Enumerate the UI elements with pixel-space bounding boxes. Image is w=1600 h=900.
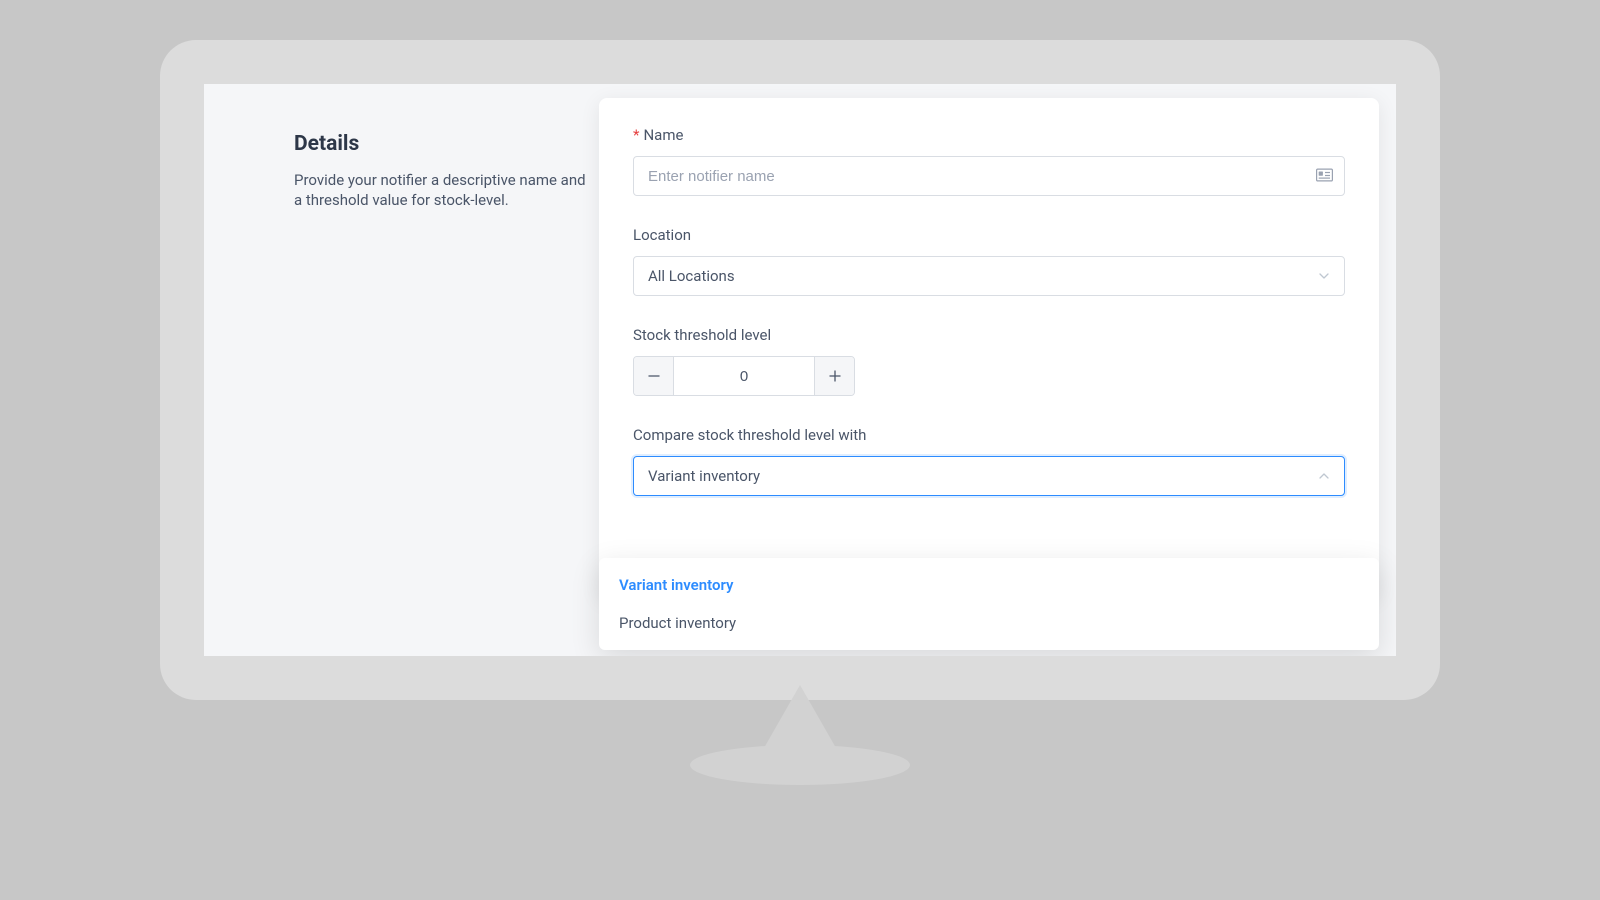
compare-option-product-inventory[interactable]: Product inventory xyxy=(599,604,1379,642)
section-title: Details xyxy=(294,132,594,156)
chevron-down-icon xyxy=(1318,270,1330,282)
threshold-field-group: Stock threshold level xyxy=(633,326,1345,396)
compare-field-group: Compare stock threshold level with Varia… xyxy=(633,426,1345,496)
minus-icon xyxy=(648,370,660,382)
threshold-value-input[interactable] xyxy=(674,357,814,395)
required-star: * xyxy=(633,126,639,144)
threshold-label: Stock threshold level xyxy=(633,326,1345,344)
section-description: Provide your notifier a descriptive name… xyxy=(294,170,594,211)
monitor-frame: Details Provide your notifier a descript… xyxy=(160,40,1440,700)
details-sidebar: Details Provide your notifier a descript… xyxy=(294,132,594,211)
compare-label: Compare stock threshold level with xyxy=(633,426,1345,444)
compare-dropdown-panel: Variant inventory Product inventory xyxy=(599,558,1379,650)
name-input-wrap xyxy=(633,156,1345,196)
location-label: Location xyxy=(633,226,1345,244)
notifier-name-input[interactable] xyxy=(633,156,1345,196)
location-selected-value: All Locations xyxy=(648,267,735,285)
threshold-increment-button[interactable] xyxy=(814,357,854,395)
compare-option-variant-inventory[interactable]: Variant inventory xyxy=(599,566,1379,604)
app-screen: Details Provide your notifier a descript… xyxy=(204,84,1396,656)
threshold-stepper xyxy=(633,356,855,396)
name-label: *Name xyxy=(633,126,1345,144)
location-field-group: Location All Locations xyxy=(633,226,1345,296)
notifier-form-card: *Name Loc xyxy=(599,98,1379,598)
id-card-icon xyxy=(1316,167,1333,186)
compare-selected-value: Variant inventory xyxy=(648,467,760,485)
monitor-stand-base xyxy=(690,745,910,785)
plus-icon xyxy=(829,370,841,382)
threshold-decrement-button[interactable] xyxy=(634,357,674,395)
name-label-text: Name xyxy=(643,126,683,144)
compare-select[interactable]: Variant inventory xyxy=(633,456,1345,496)
name-field-group: *Name xyxy=(633,126,1345,196)
chevron-up-icon xyxy=(1318,470,1330,482)
location-select[interactable]: All Locations xyxy=(633,256,1345,296)
